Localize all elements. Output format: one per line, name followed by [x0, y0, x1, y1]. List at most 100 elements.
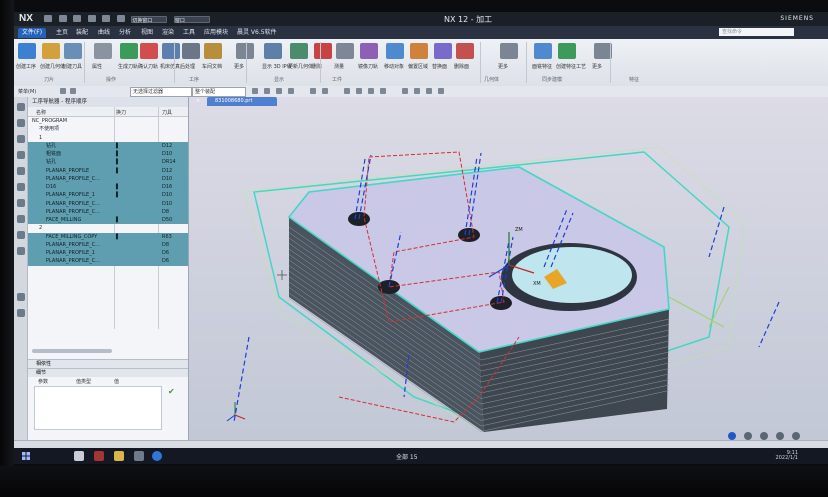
feature-process-icon[interactable] [558, 43, 576, 59]
details-panel-header[interactable]: 细节 [28, 368, 188, 377]
tab-file[interactable]: 文件(F) [18, 28, 46, 38]
ribbon-button-label[interactable]: 生成刀轨 [118, 63, 138, 70]
model-view[interactable]: ZM XM [189, 97, 828, 440]
assembly-navigator-icon[interactable] [17, 119, 25, 127]
view-zoom-icon[interactable] [356, 88, 362, 94]
table-row[interactable]: NC_PROGRAM [28, 117, 188, 125]
system-tray-clock[interactable]: 9:11 2022/1/1 [776, 451, 798, 461]
part-navigator-icon[interactable] [17, 135, 25, 143]
delete-face-icon[interactable] [456, 43, 474, 59]
save-icon[interactable] [44, 15, 52, 22]
machine-simulation-icon[interactable] [162, 43, 180, 59]
dependencies-panel-header[interactable]: 相依性 [28, 359, 188, 368]
replace-face-icon[interactable] [434, 43, 452, 59]
ribbon-button-label[interactable]: 删除面 [454, 63, 469, 70]
selection-scope-dropdown[interactable]: 整个装配 [192, 87, 246, 97]
filter-icon[interactable] [60, 88, 66, 94]
column-tool[interactable]: 刀具 [162, 109, 172, 116]
clock-icon[interactable] [17, 293, 25, 301]
update-geometry-icon[interactable] [290, 43, 308, 59]
snap-end-icon[interactable] [264, 88, 270, 94]
table-row[interactable]: 不使用项 [28, 125, 188, 133]
table-row[interactable]: PLANAR_PROFILE_1 D6 [28, 249, 188, 258]
ribbon-button-label[interactable]: 更多 [234, 63, 244, 70]
windows-start-icon[interactable] [22, 452, 30, 460]
table-row[interactable]: PLANAR_PROFILE_1 ▌ D10 [28, 191, 188, 200]
move-icon[interactable] [386, 43, 404, 59]
web-browser-icon[interactable] [17, 199, 25, 207]
navigator-icon[interactable] [17, 103, 25, 111]
table-row[interactable]: PLANAR_PROFILE_C... D8 [28, 207, 188, 216]
tab-assembly[interactable]: 装配 [76, 28, 88, 38]
undo-icon[interactable] [58, 15, 67, 22]
ribbon-button-label[interactable]: 创建特征工艺 [556, 63, 586, 70]
table-row[interactable]: 钻孔 ▌ DR14 [28, 158, 188, 167]
ribbon-button-label[interactable]: 机床仿真 [160, 63, 180, 70]
ribbon-button-label[interactable]: 更新几何体 [288, 63, 313, 70]
roles-icon[interactable] [17, 215, 25, 223]
ribbon-button-label[interactable]: 替换面 [432, 63, 447, 70]
cut-icon[interactable] [87, 15, 96, 22]
delete-icon[interactable] [314, 43, 332, 59]
taskbar-app-icon[interactable] [134, 451, 144, 461]
tab-applications[interactable]: 应用模块 [204, 28, 228, 38]
create-geometry-icon[interactable] [42, 43, 60, 59]
window-menu-button[interactable]: 窗口 [173, 16, 210, 24]
snap-center-icon[interactable] [288, 88, 294, 94]
ribbon-button-label[interactable]: 偏置区域 [408, 63, 428, 70]
create-operation-icon[interactable] [18, 43, 36, 59]
redo-icon[interactable] [73, 15, 82, 22]
paste-icon[interactable] [116, 15, 125, 22]
table-row[interactable]: 钻孔 ▌ D12 [28, 141, 188, 150]
layer-icon[interactable] [426, 88, 432, 94]
view-orient-icon[interactable] [728, 432, 736, 440]
select-edge-icon[interactable] [322, 88, 328, 94]
snap-point-icon[interactable] [252, 88, 258, 94]
tab-home[interactable]: 主页 [56, 28, 68, 38]
select-face-icon[interactable] [310, 88, 316, 94]
table-row[interactable]: PLANAR_PROFILE_C... D10 [28, 174, 188, 183]
view-pan-icon[interactable] [380, 88, 386, 94]
system-scene-icon[interactable] [17, 231, 25, 239]
tab-plugin[interactable]: 晨灵 V6.5软件 [237, 28, 277, 38]
properties-icon[interactable] [94, 43, 112, 59]
menu-button[interactable]: 菜单(M) [18, 88, 36, 95]
ribbon-button-label[interactable]: 面铣特征 [532, 63, 552, 70]
orient-view-icon[interactable] [414, 88, 420, 94]
switch-window-button[interactable]: 切换窗口 [131, 16, 168, 24]
ribbon-button-label[interactable]: 创建刀具 [62, 63, 82, 70]
selection-filter-dropdown[interactable]: 无选择过滤器 [130, 87, 192, 97]
help-icon[interactable] [17, 309, 25, 317]
graphics-window[interactable]: 831008680.prt × ZM XM [189, 97, 828, 440]
verify-toolpath-icon[interactable] [140, 43, 158, 59]
horizontal-scrollbar[interactable] [32, 349, 112, 353]
ribbon-button-label[interactable]: 移动对象 [384, 63, 404, 70]
pin-icon[interactable] [70, 88, 76, 94]
offset-icon[interactable] [410, 43, 428, 59]
generate-toolpath-icon[interactable] [120, 43, 138, 59]
command-search-input[interactable]: 查找命令 [719, 28, 794, 36]
column-name[interactable]: 名称 [36, 109, 46, 116]
postprocess-icon[interactable] [182, 43, 200, 59]
mirror-icon[interactable] [360, 43, 378, 59]
tab-curve[interactable]: 曲线 [98, 28, 110, 38]
tab-tools[interactable]: 工具 [183, 28, 195, 38]
file-explorer-icon[interactable] [114, 451, 124, 461]
tab-render[interactable]: 渲染 [162, 28, 174, 38]
browser-icon[interactable] [152, 451, 162, 461]
palette-icon[interactable] [17, 247, 25, 255]
table-row[interactable]: PLANAR_PROFILE_C... D6 [28, 257, 188, 266]
ribbon-button-label[interactable]: 创建工序 [16, 63, 36, 70]
face-feature-icon[interactable] [534, 43, 552, 59]
ribbon-button-label[interactable]: 测量 [334, 63, 344, 70]
more-icon[interactable] [500, 43, 518, 59]
view-fit-icon[interactable] [344, 88, 350, 94]
wcs-icon[interactable] [438, 88, 444, 94]
history-icon[interactable] [17, 183, 25, 191]
measure-icon[interactable] [336, 43, 354, 59]
table-row[interactable]: PLANAR_PROFILE_C... D10 [28, 199, 188, 208]
ribbon-button-label[interactable]: 更多 [498, 63, 508, 70]
reuse-library-icon[interactable] [17, 167, 25, 175]
ribbon-button-label[interactable]: 属性 [92, 63, 102, 70]
snap-mid-icon[interactable] [276, 88, 282, 94]
